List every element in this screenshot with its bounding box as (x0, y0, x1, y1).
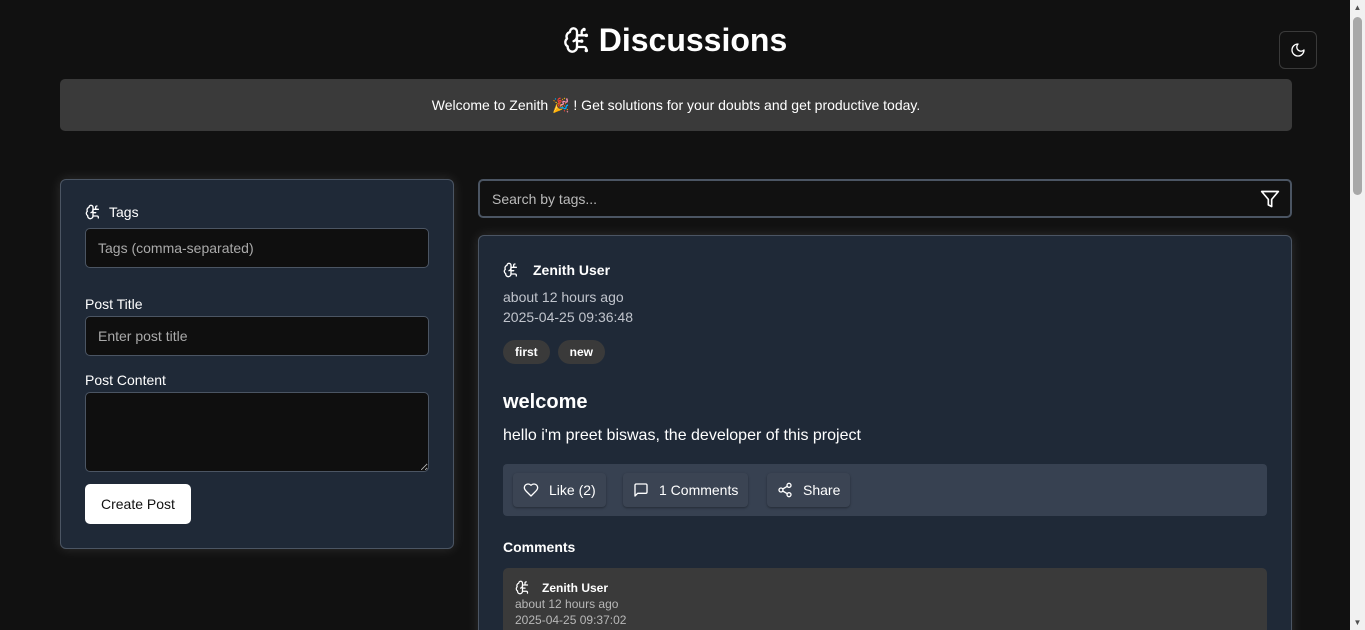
post-tags: first new (503, 340, 606, 364)
share-icon (778, 482, 792, 498)
moon-icon (1291, 43, 1305, 57)
post-card: Zenith User about 12 hours ago 2025-04-2… (478, 235, 1292, 630)
post-timestamp: 2025-04-25 09:36:48 (503, 309, 633, 325)
brain-icon (515, 580, 529, 595)
tag-chip[interactable]: new (557, 340, 606, 364)
post-content-label: Post Content (85, 372, 166, 388)
scroll-up-arrow[interactable]: ▲ (1350, 0, 1365, 15)
discussions-page: Discussions Welcome to Zenith 🎉 ! Get so… (0, 0, 1350, 630)
share-button-label: Share (803, 482, 841, 498)
tag-search (478, 179, 1292, 218)
tags-input[interactable] (85, 228, 429, 268)
post-content-textarea[interactable] (85, 392, 429, 472)
comment-item: Zenith User about 12 hours ago 2025-04-2… (503, 568, 1267, 630)
post-title-label: Post Title (85, 296, 143, 312)
post-author-name: Zenith User (533, 262, 611, 278)
like-button-label: Like (2) (549, 482, 596, 498)
header: Discussions (0, 20, 1350, 60)
brain-icon (563, 27, 588, 53)
comments-button-label: 1 Comments (659, 482, 739, 498)
welcome-banner: Welcome to Zenith 🎉 ! Get solutions for … (60, 79, 1292, 131)
comments-heading: Comments (503, 539, 576, 555)
page-title-text: Discussions (598, 22, 788, 58)
page-scrollbar[interactable]: ▲ ▼ (1350, 0, 1365, 630)
tag-chip[interactable]: first (503, 340, 550, 364)
comment-timestamp: 2025-04-25 09:37:02 (515, 613, 627, 627)
comment-relative-time: about 12 hours ago (515, 597, 619, 611)
create-post-form: Tags Post Title Post Content Create Post (60, 179, 454, 549)
create-post-button[interactable]: Create Post (85, 484, 191, 524)
post-relative-time: about 12 hours ago (503, 289, 624, 305)
brain-icon (503, 262, 517, 278)
tags-label-text: Tags (109, 204, 139, 220)
welcome-banner-text: Welcome to Zenith 🎉 ! Get solutions for … (431, 96, 921, 113)
message-square-icon (634, 483, 648, 497)
scroll-thumb[interactable] (1353, 17, 1362, 195)
theme-toggle-button[interactable] (1279, 31, 1317, 69)
brain-icon (85, 204, 99, 220)
post-title-input[interactable] (85, 316, 429, 356)
heart-icon (523, 483, 539, 497)
tag-search-input[interactable] (480, 181, 1264, 216)
comment-author-name: Zenith User (542, 580, 609, 595)
post-body: hello i'm preet biswas, the developer of… (503, 427, 861, 444)
scroll-down-arrow[interactable]: ▼ (1350, 615, 1365, 630)
share-button[interactable]: Share (767, 473, 851, 507)
comments-button[interactable]: 1 Comments (623, 473, 749, 507)
post-title: welcome (503, 391, 588, 413)
comment-author: Zenith User (515, 580, 608, 595)
filter-icon[interactable] (1260, 189, 1280, 209)
page-title: Discussions (563, 20, 788, 60)
like-button[interactable]: Like (2) (513, 473, 606, 507)
tags-label: Tags (85, 204, 139, 220)
post-author: Zenith User (503, 262, 610, 278)
post-actions-bar: Like (2) 1 Comments Share (503, 464, 1267, 516)
